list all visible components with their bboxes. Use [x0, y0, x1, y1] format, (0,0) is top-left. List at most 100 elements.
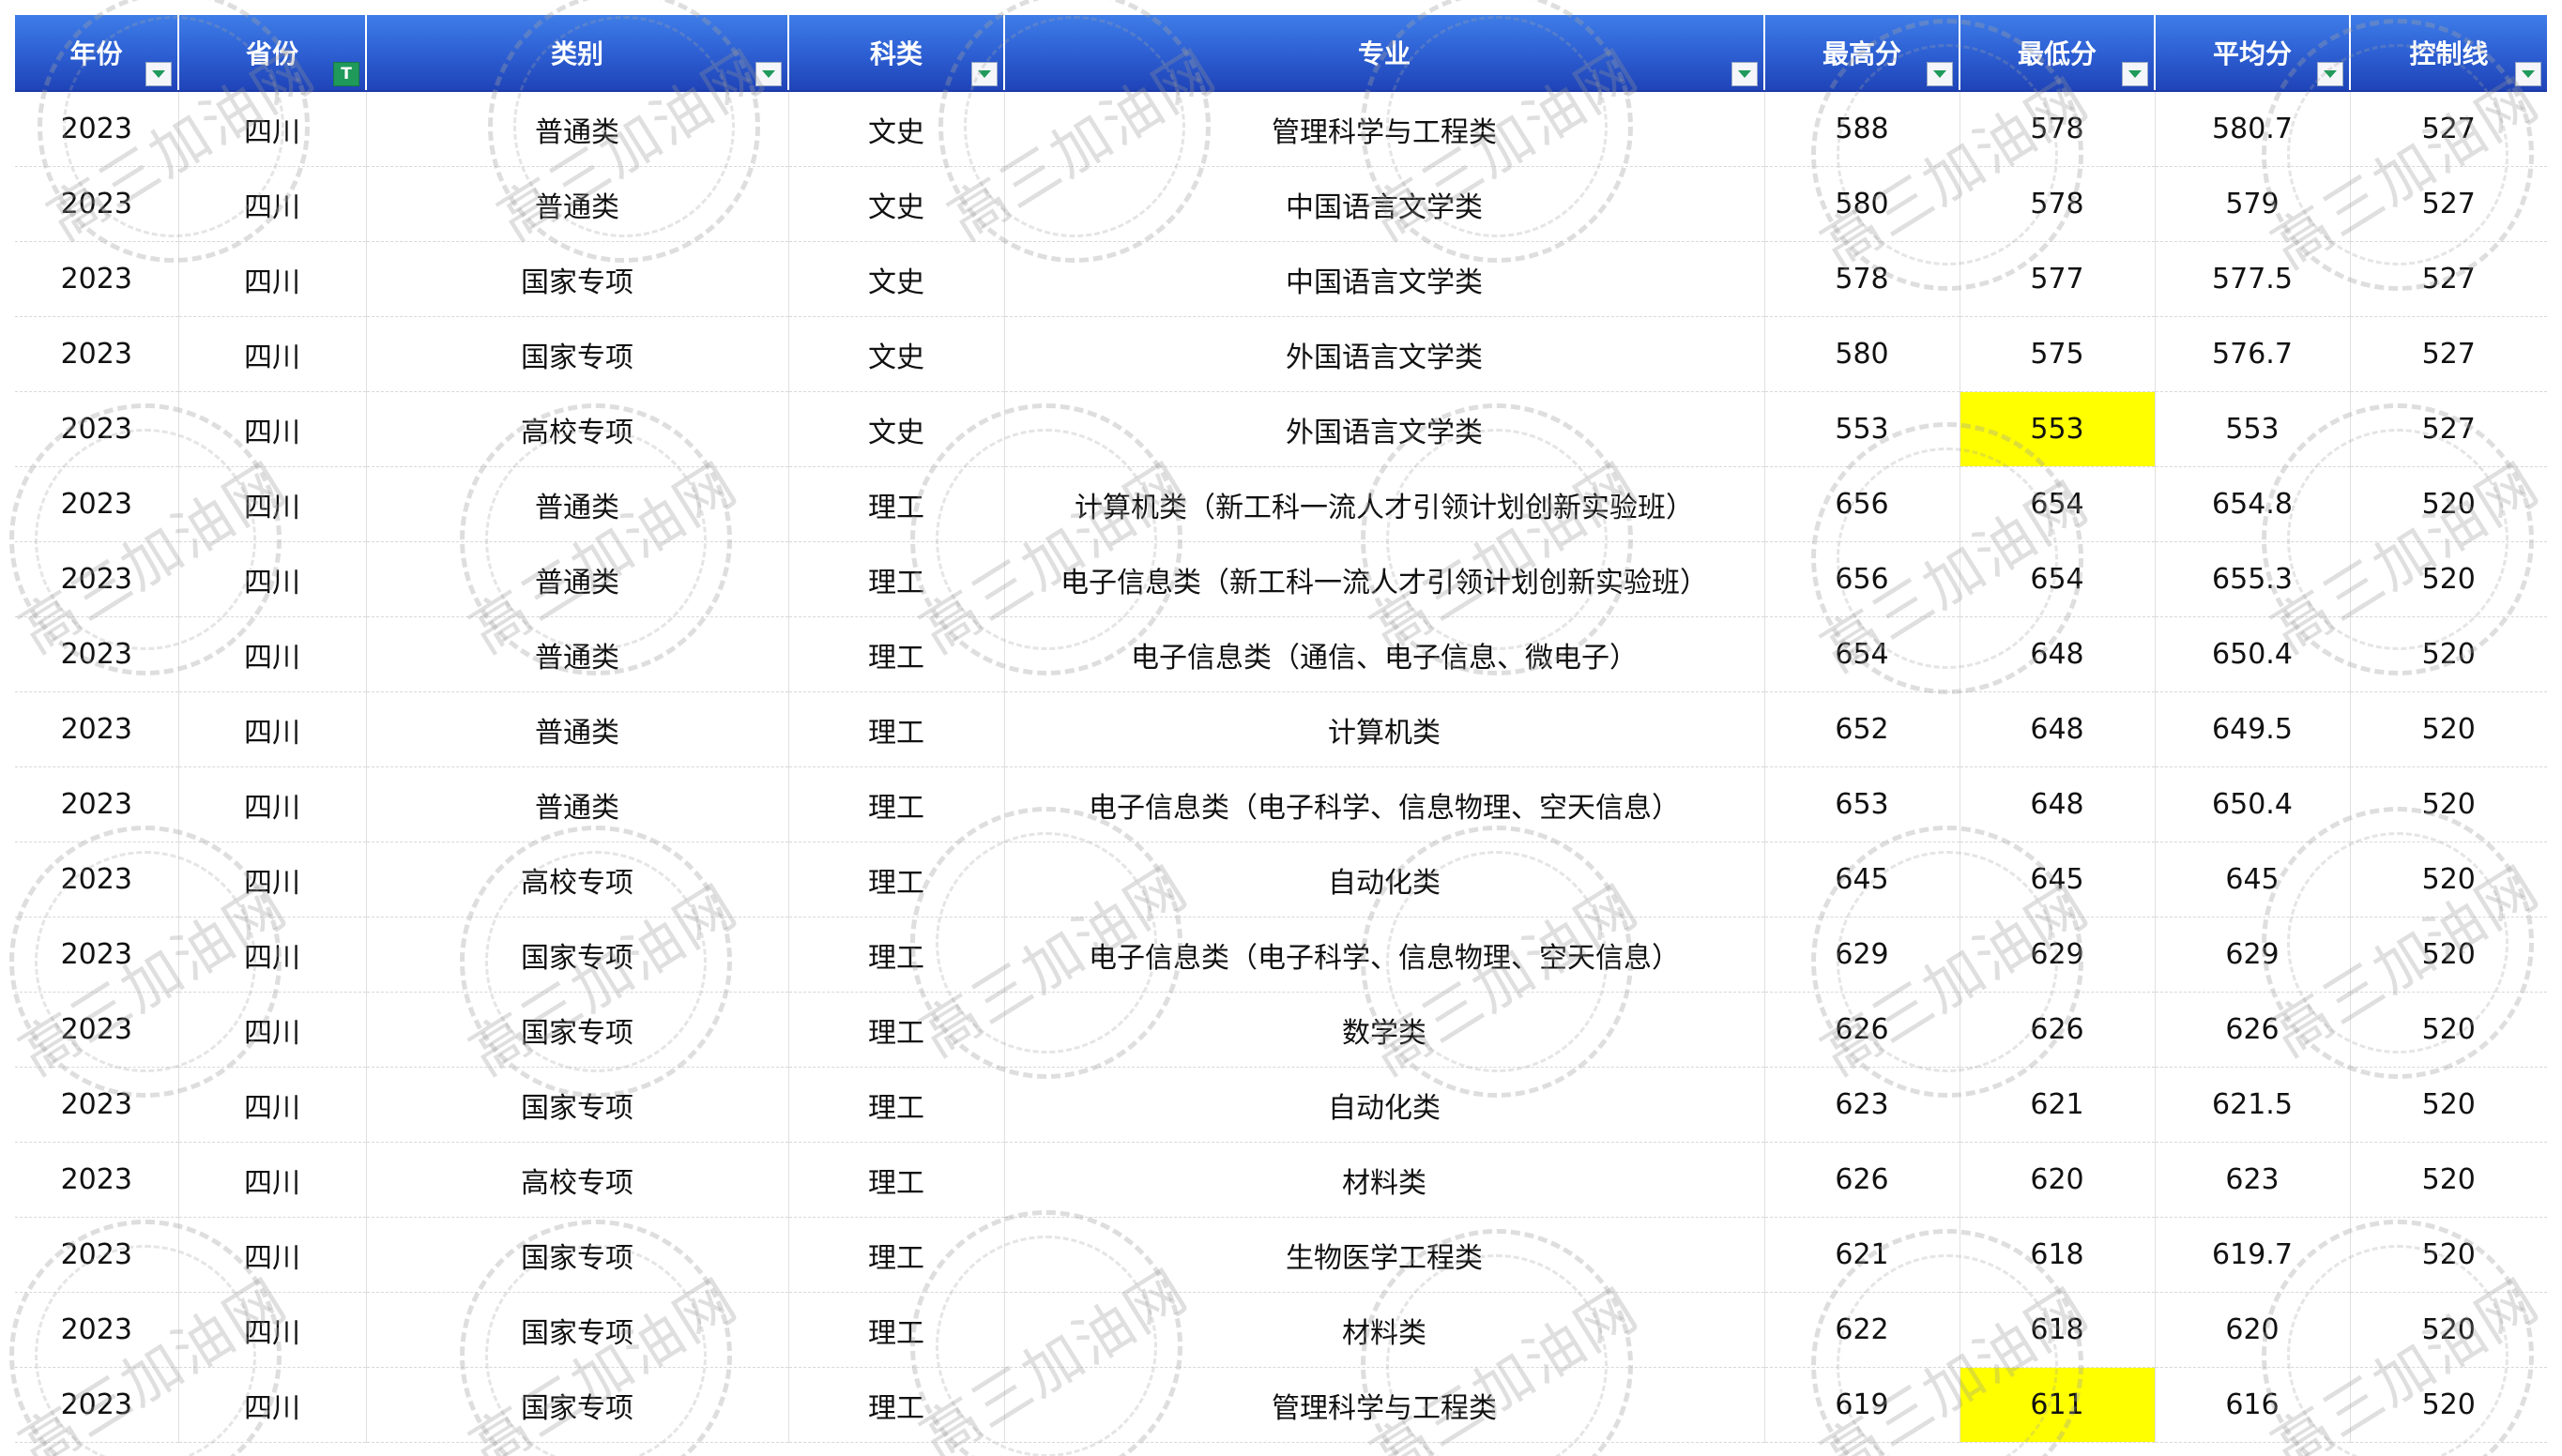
- cell-province[interactable]: 四川: [178, 616, 367, 692]
- cell-max-score[interactable]: 656: [1764, 541, 1960, 617]
- filter-dropdown-icon[interactable]: [2515, 62, 2541, 86]
- cell-year[interactable]: 2023: [15, 1367, 179, 1443]
- cell-major[interactable]: 电子信息类（新工科一流人才引领计划创新实验班）: [1004, 541, 1765, 617]
- cell-year[interactable]: 2023: [15, 1067, 179, 1143]
- filter-dropdown-icon[interactable]: [1927, 62, 1953, 86]
- cell-category[interactable]: 国家专项: [366, 1292, 789, 1368]
- cell-avg-score[interactable]: 645: [2155, 842, 2351, 918]
- cell-min-score[interactable]: 648: [1960, 616, 2156, 692]
- cell-subject[interactable]: 理工: [788, 766, 1005, 842]
- cell-year[interactable]: 2023: [15, 1292, 179, 1368]
- column-header-min-score[interactable]: 最低分: [1960, 15, 2156, 92]
- cell-subject[interactable]: 文史: [788, 391, 1005, 467]
- cell-category[interactable]: 普通类: [366, 616, 789, 692]
- cell-control-line[interactable]: 520: [2350, 1217, 2547, 1293]
- cell-max-score[interactable]: 656: [1764, 466, 1960, 542]
- cell-avg-score[interactable]: 629: [2155, 917, 2351, 993]
- cell-max-score[interactable]: 578: [1764, 241, 1960, 317]
- cell-category[interactable]: 国家专项: [366, 241, 789, 317]
- cell-max-score[interactable]: 626: [1764, 992, 1960, 1068]
- cell-min-score[interactable]: 611: [1960, 1367, 2156, 1443]
- cell-category[interactable]: 国家专项: [366, 1217, 789, 1293]
- cell-min-score[interactable]: 577: [1960, 241, 2156, 317]
- cell-control-line[interactable]: 520: [2350, 766, 2547, 842]
- cell-year[interactable]: 2023: [15, 992, 179, 1068]
- cell-province[interactable]: 四川: [178, 166, 367, 242]
- cell-subject[interactable]: 文史: [788, 166, 1005, 242]
- cell-min-score[interactable]: 654: [1960, 466, 2156, 542]
- cell-control-line[interactable]: 520: [2350, 1067, 2547, 1143]
- cell-major[interactable]: 管理科学与工程类: [1004, 1367, 1765, 1443]
- filter-active-icon[interactable]: T: [333, 62, 359, 86]
- column-header-year[interactable]: 年份: [15, 15, 179, 92]
- cell-avg-score[interactable]: 619.7: [2155, 1217, 2351, 1293]
- cell-control-line[interactable]: 520: [2350, 1367, 2547, 1443]
- cell-control-line[interactable]: 520: [2350, 842, 2547, 918]
- cell-major[interactable]: 外国语言文学类: [1004, 391, 1765, 467]
- cell-subject[interactable]: 理工: [788, 1292, 1005, 1368]
- column-header-subject[interactable]: 科类: [788, 15, 1005, 92]
- cell-avg-score[interactable]: 621.5: [2155, 1067, 2351, 1143]
- cell-subject[interactable]: 理工: [788, 616, 1005, 692]
- cell-control-line[interactable]: 520: [2350, 616, 2547, 692]
- cell-major[interactable]: 电子信息类（通信、电子信息、微电子）: [1004, 616, 1765, 692]
- cell-max-score[interactable]: 622: [1764, 1292, 1960, 1368]
- cell-major[interactable]: 自动化类: [1004, 1067, 1765, 1143]
- cell-province[interactable]: 四川: [178, 917, 367, 993]
- cell-max-score[interactable]: 654: [1764, 616, 1960, 692]
- cell-category[interactable]: 高校专项: [366, 1142, 789, 1218]
- filter-dropdown-icon[interactable]: [145, 62, 172, 86]
- cell-major[interactable]: 中国语言文学类: [1004, 166, 1765, 242]
- cell-year[interactable]: 2023: [15, 1217, 179, 1293]
- cell-year[interactable]: 2023: [15, 391, 179, 467]
- cell-min-score[interactable]: 618: [1960, 1292, 2156, 1368]
- cell-subject[interactable]: 理工: [788, 1067, 1005, 1143]
- cell-avg-score[interactable]: 654.8: [2155, 466, 2351, 542]
- cell-avg-score[interactable]: 616: [2155, 1367, 2351, 1443]
- cell-avg-score[interactable]: 580.7: [2155, 91, 2351, 167]
- cell-min-score[interactable]: 621: [1960, 1067, 2156, 1143]
- cell-control-line[interactable]: 520: [2350, 541, 2547, 617]
- column-header-category[interactable]: 类别: [366, 15, 789, 92]
- filter-dropdown-icon[interactable]: [971, 62, 998, 86]
- cell-subject[interactable]: 文史: [788, 91, 1005, 167]
- cell-min-score[interactable]: 620: [1960, 1142, 2156, 1218]
- cell-subject[interactable]: 理工: [788, 541, 1005, 617]
- cell-category[interactable]: 高校专项: [366, 391, 789, 467]
- cell-province[interactable]: 四川: [178, 766, 367, 842]
- cell-control-line[interactable]: 527: [2350, 391, 2547, 467]
- cell-min-score[interactable]: 578: [1960, 166, 2156, 242]
- cell-major[interactable]: 计算机类: [1004, 691, 1765, 767]
- cell-province[interactable]: 四川: [178, 1292, 367, 1368]
- cell-max-score[interactable]: 553: [1764, 391, 1960, 467]
- cell-subject[interactable]: 理工: [788, 1217, 1005, 1293]
- cell-max-score[interactable]: 652: [1764, 691, 1960, 767]
- cell-year[interactable]: 2023: [15, 316, 179, 392]
- cell-control-line[interactable]: 520: [2350, 992, 2547, 1068]
- cell-year[interactable]: 2023: [15, 466, 179, 542]
- cell-province[interactable]: 四川: [178, 1142, 367, 1218]
- cell-max-score[interactable]: 645: [1764, 842, 1960, 918]
- cell-min-score[interactable]: 645: [1960, 842, 2156, 918]
- cell-year[interactable]: 2023: [15, 917, 179, 993]
- cell-major[interactable]: 生物医学工程类: [1004, 1217, 1765, 1293]
- cell-control-line[interactable]: 527: [2350, 316, 2547, 392]
- cell-category[interactable]: 高校专项: [366, 842, 789, 918]
- cell-min-score[interactable]: 618: [1960, 1217, 2156, 1293]
- filter-dropdown-icon[interactable]: [1731, 62, 1758, 86]
- cell-avg-score[interactable]: 553: [2155, 391, 2351, 467]
- cell-subject[interactable]: 理工: [788, 917, 1005, 993]
- cell-control-line[interactable]: 527: [2350, 91, 2547, 167]
- cell-avg-score[interactable]: 649.5: [2155, 691, 2351, 767]
- cell-year[interactable]: 2023: [15, 1142, 179, 1218]
- cell-province[interactable]: 四川: [178, 1067, 367, 1143]
- filter-dropdown-icon[interactable]: [755, 62, 782, 86]
- cell-avg-score[interactable]: 655.3: [2155, 541, 2351, 617]
- cell-province[interactable]: 四川: [178, 1367, 367, 1443]
- column-header-avg-score[interactable]: 平均分: [2155, 15, 2351, 92]
- cell-max-score[interactable]: 621: [1764, 1217, 1960, 1293]
- cell-subject[interactable]: 理工: [788, 1367, 1005, 1443]
- cell-control-line[interactable]: 520: [2350, 917, 2547, 993]
- filter-dropdown-icon[interactable]: [2317, 62, 2343, 86]
- cell-max-score[interactable]: 626: [1764, 1142, 1960, 1218]
